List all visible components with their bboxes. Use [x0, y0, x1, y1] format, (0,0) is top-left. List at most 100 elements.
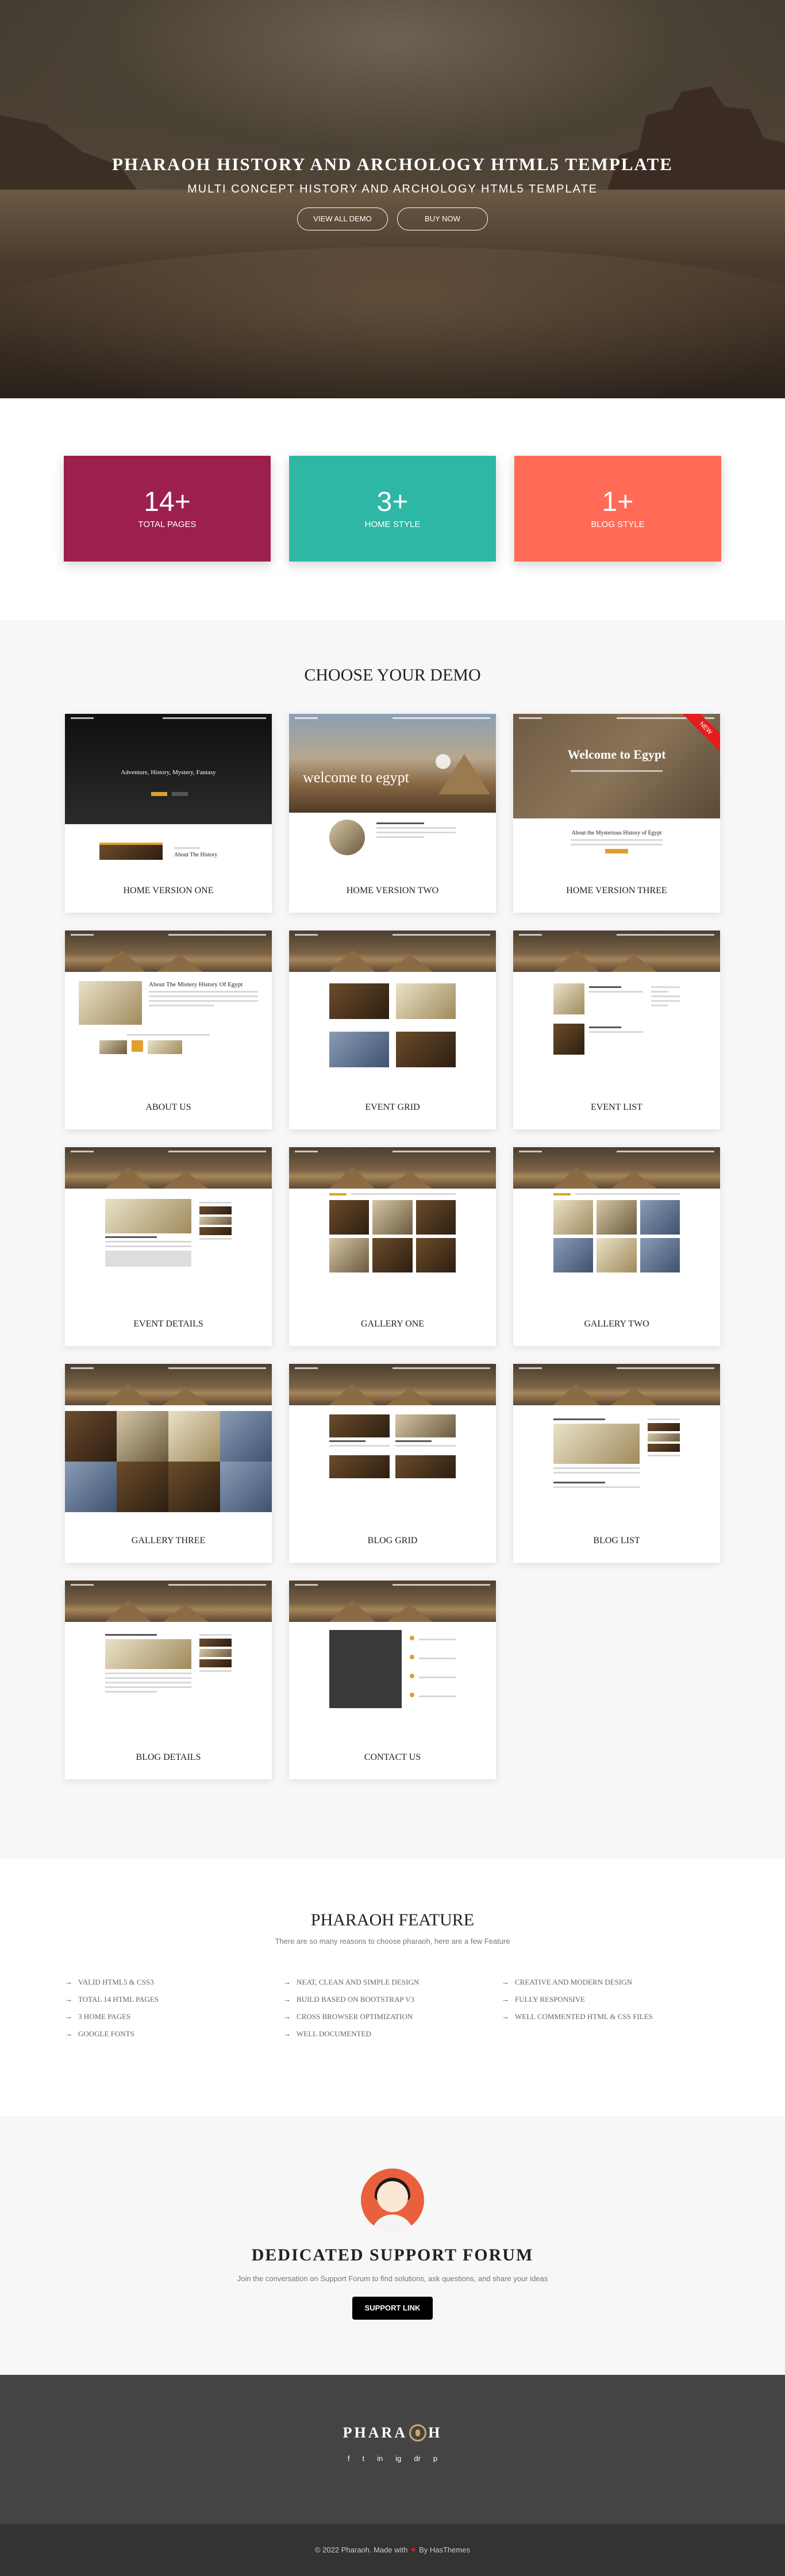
- arrow-icon: →: [65, 1995, 72, 2004]
- demo-card-gallery-two[interactable]: GALLERY TWO: [513, 1147, 720, 1346]
- demo-caption: BLOG DETAILS: [136, 1752, 201, 1762]
- demo-card-blog-grid[interactable]: BLOG GRID: [289, 1364, 496, 1563]
- footer-logo[interactable]: PHARA H: [343, 2424, 442, 2442]
- logo-o-icon: [409, 2424, 427, 2442]
- thumb-heading: About The Mistery History Of Egypt: [149, 981, 243, 988]
- demo-grid: Adventure, History, Mystery, Fantasy Abo…: [65, 714, 720, 1779]
- demo-caption: GALLERY THREE: [131, 1536, 206, 1545]
- feature-list: → VALID HTML5 & CSS3 → NEAT, CLEAN AND SIM…: [65, 1978, 720, 2039]
- thumb-subheading: About The History: [174, 852, 218, 858]
- demo-card-event-list[interactable]: EVENT LIST: [513, 931, 720, 1129]
- demo-thumbnail: Adventure, History, Mystery, Fantasy Abo…: [65, 714, 272, 879]
- demo-caption: BLOG GRID: [367, 1536, 418, 1545]
- stat-label: HOME STYLE: [364, 519, 421, 529]
- stats-section: 14+ TOTAL PAGES 3+ HOME STYLE 1+ BLOG ST…: [0, 398, 785, 620]
- demo-thumbnail: [513, 1147, 720, 1313]
- stat-number: 14+: [144, 486, 191, 517]
- arrow-icon: →: [65, 1978, 72, 1986]
- feature-item: → VALID HTML5 & CSS3: [65, 1978, 154, 1986]
- feature-item: → WELL DOCUMENTED: [283, 2029, 371, 2038]
- demo-thumbnail: [513, 931, 720, 1096]
- arrow-icon: →: [502, 2012, 509, 2021]
- stat-blog-style: 1+ BLOG STYLE: [514, 456, 721, 562]
- demo-thumbnail: [65, 1364, 272, 1529]
- twitter-icon[interactable]: t: [362, 2454, 364, 2463]
- demo-caption: EVENT DETAILS: [133, 1319, 203, 1329]
- hero-dune: [0, 247, 785, 398]
- thumb-heading: Welcome to Egypt: [567, 747, 666, 762]
- demo-thumbnail: [65, 1147, 272, 1313]
- demo-thumbnail: [289, 1147, 496, 1313]
- hero-subtitle: MULTI CONCEPT HISTORY AND ARCHOLOGY HTML…: [187, 183, 598, 195]
- demo-card-contact-us[interactable]: CONTACT US: [289, 1581, 496, 1779]
- feature-item: → NEAT, CLEAN AND SIMPLE DESIGN: [283, 1978, 420, 1986]
- linkedin-icon[interactable]: in: [377, 2454, 383, 2463]
- hero-section: PHARAOH HISTORY AND ARCHOLOGY HTML5 TEMP…: [0, 0, 785, 398]
- buy-now-button[interactable]: BUY NOW: [397, 207, 488, 230]
- feature-item: → CREATIVE AND MODERN DESIGN: [502, 1978, 633, 1986]
- thumb-heading: Adventure, History, Mystery, Fantasy: [121, 769, 216, 776]
- demo-caption: HOME VERSION THREE: [566, 886, 667, 895]
- arrow-icon: →: [283, 1978, 291, 1986]
- demo-card-blog-list[interactable]: BLOG LIST: [513, 1364, 720, 1563]
- arrow-icon: →: [283, 2012, 291, 2021]
- demo-thumbnail: [513, 1364, 720, 1529]
- demo-card-home-two[interactable]: welcome to egypt HOME VERSION TWO: [289, 714, 496, 913]
- demo-caption: HOME VERSION TWO: [346, 886, 439, 895]
- demo-caption: BLOG LIST: [593, 1536, 640, 1545]
- arrow-icon: →: [283, 1995, 291, 2004]
- demo-caption: CONTACT US: [364, 1752, 421, 1762]
- demo-card-about-us[interactable]: About The Mistery History Of Egypt ABOUT…: [65, 931, 272, 1129]
- feature-item: → FULLY RESPONSIVE: [502, 1995, 586, 2004]
- demo-thumbnail: About The Mistery History Of Egypt: [65, 931, 272, 1096]
- support-link-button[interactable]: SUPPORT LINK: [352, 2297, 433, 2320]
- demo-card-home-one[interactable]: Adventure, History, Mystery, Fantasy Abo…: [65, 714, 272, 913]
- dribbble-icon[interactable]: dr: [414, 2454, 421, 2463]
- demo-card-gallery-three[interactable]: GALLERY THREE: [65, 1364, 272, 1563]
- demo-thumbnail: welcome to egypt: [289, 714, 496, 879]
- demo-thumbnail: [65, 1581, 272, 1746]
- demo-caption: EVENT GRID: [365, 1102, 420, 1112]
- stat-number: 1+: [602, 486, 634, 517]
- support-avatar-icon: [361, 2169, 424, 2232]
- demo-caption: ABOUT US: [145, 1102, 191, 1112]
- arrow-icon: →: [502, 1978, 509, 1986]
- demo-caption: EVENT LIST: [591, 1102, 642, 1112]
- demo-card-home-three[interactable]: Welcome to Egypt About the Mysterious Hi…: [513, 714, 720, 913]
- thumb-heading: welcome to egypt: [303, 769, 409, 786]
- facebook-icon[interactable]: f: [348, 2454, 350, 2463]
- footer: PHARA H f t in ig dr p: [0, 2375, 785, 2524]
- demo-card-event-details[interactable]: EVENT DETAILS: [65, 1147, 272, 1346]
- demo-thumbnail: [289, 931, 496, 1096]
- arrow-icon: →: [65, 2012, 72, 2021]
- feature-section: PHARAOH FEATURE There are so many reason…: [0, 1859, 785, 2116]
- support-section: DEDICATED SUPPORT FORUM Join the convers…: [0, 2116, 785, 2375]
- pinterest-icon[interactable]: p: [433, 2454, 437, 2463]
- hero-title: PHARAOH HISTORY AND ARCHOLOGY HTML5 TEMP…: [112, 154, 673, 174]
- demo-card-event-grid[interactable]: EVENT GRID: [289, 931, 496, 1129]
- demo-thumbnail: [289, 1364, 496, 1529]
- stat-total-pages: 14+ TOTAL PAGES: [64, 456, 271, 562]
- thumb-subheading: About the Mysterious History of Egypt: [571, 830, 662, 836]
- support-title: DEDICATED SUPPORT FORUM: [251, 2246, 534, 2264]
- social-links: f t in ig dr p: [0, 2454, 785, 2463]
- demo-caption: GALLERY TWO: [584, 1319, 649, 1329]
- arrow-icon: →: [65, 2029, 72, 2038]
- demos-title: CHOOSE YOUR DEMO: [304, 666, 481, 685]
- feature-item: → BUILD BASED ON BOOTSTRAP V3: [283, 1995, 415, 2004]
- feature-item: → GOOGLE FONTS: [65, 2029, 134, 2038]
- demo-card-gallery-one[interactable]: GALLERY ONE: [289, 1147, 496, 1346]
- feature-subtitle: There are so many reasons to choose phar…: [275, 1937, 510, 1946]
- demo-card-blog-details[interactable]: BLOG DETAILS: [65, 1581, 272, 1779]
- stat-label: TOTAL PAGES: [138, 519, 197, 529]
- demo-caption: GALLERY ONE: [360, 1319, 425, 1329]
- demos-section: CHOOSE YOUR DEMO Adventure, History, Mys…: [0, 620, 785, 1859]
- view-all-demo-button[interactable]: VIEW ALL DEMO: [297, 207, 388, 230]
- feature-item: → CROSS BROWSER OPTIMIZATION: [283, 2012, 413, 2021]
- arrow-icon: →: [502, 1995, 509, 2004]
- demo-thumbnail: Welcome to Egypt About the Mysterious Hi…: [513, 714, 720, 879]
- copyright-bar: © 2022 Pharaoh. Made with ♥ By HasThemes: [0, 2524, 785, 2576]
- instagram-icon[interactable]: ig: [395, 2454, 401, 2463]
- feature-item: → 3 HOME PAGES: [65, 2012, 131, 2021]
- arrow-icon: →: [283, 2029, 291, 2038]
